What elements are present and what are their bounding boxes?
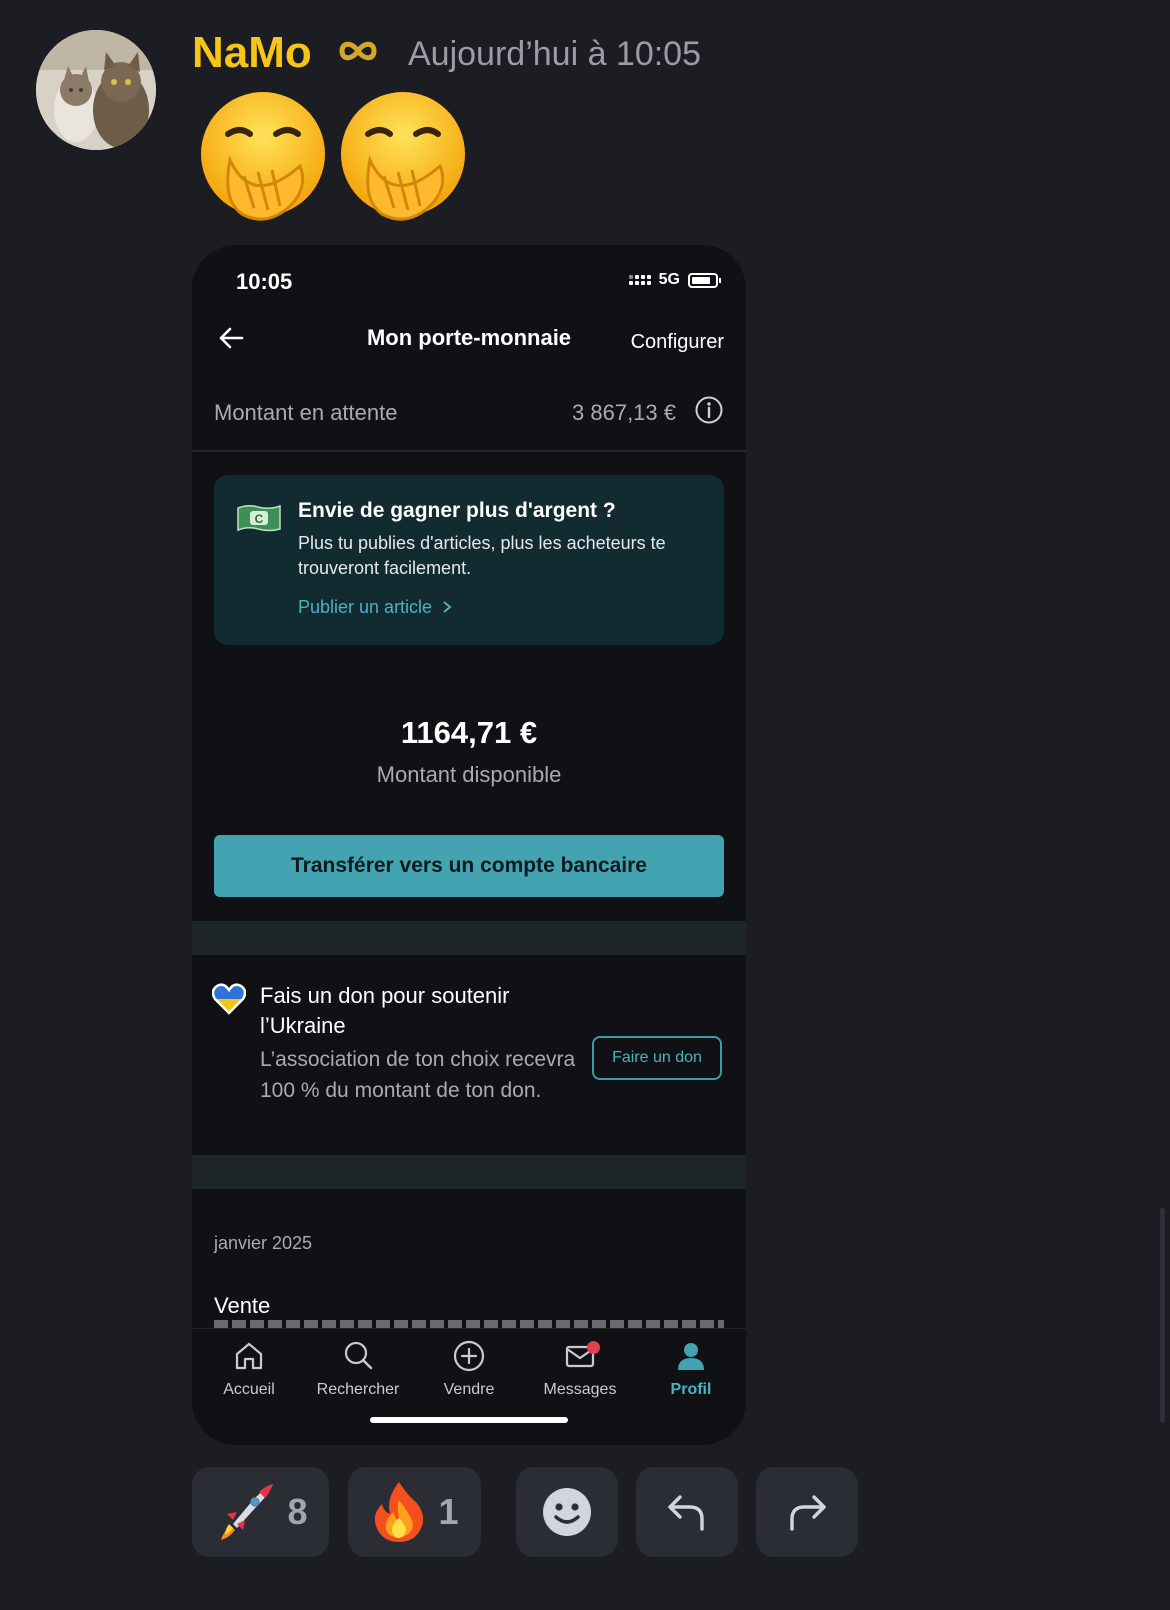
donate-button[interactable]: Faire un don (592, 1036, 722, 1080)
banknote-icon: C (237, 504, 281, 532)
tab-messages[interactable]: Messages (525, 1339, 635, 1399)
home-icon (235, 1342, 263, 1370)
transfer-button[interactable]: Transférer vers un compte bancaire (214, 835, 724, 897)
configure-link[interactable]: Configurer (631, 331, 724, 354)
reaction-rocket[interactable]: 8 (192, 1467, 329, 1557)
signal-icon (628, 275, 651, 285)
tab-vendre[interactable]: Vendre (414, 1339, 524, 1399)
donation-title: Fais un don pour soutenir l’Ukraine (260, 983, 510, 1038)
promo-title: Envie de gagner plus d'argent ? (298, 499, 616, 522)
history-month: janvier 2025 (214, 1233, 313, 1253)
promo-card: C Envie de gagner plus d'argent ? Plus t… (214, 475, 724, 645)
donation-text: L’association de ton choix recevra 100 %… (260, 1048, 576, 1102)
history-item-title[interactable]: Vente (214, 1293, 270, 1319)
reaction-count: 8 (287, 1491, 308, 1532)
face-with-hand-over-mouth-icon (201, 92, 325, 221)
infinity-badge-icon (339, 41, 377, 61)
reply-button[interactable] (636, 1467, 738, 1557)
tab-rechercher[interactable]: Rechercher (303, 1339, 413, 1399)
banknote-letter: C (255, 512, 264, 526)
bottom-tab-bar: Accueil Rechercher Vendre Messages Profi… (192, 1328, 746, 1445)
battery-icon (688, 272, 721, 288)
network-label: 5G (658, 271, 680, 288)
profile-icon (678, 1343, 704, 1370)
pending-amount: 3 867,13 € (572, 400, 676, 425)
add-reaction-button[interactable] (516, 1467, 618, 1557)
plus-circle-icon (453, 1340, 485, 1372)
avatar[interactable] (36, 30, 156, 150)
reaction-count: 1 (438, 1491, 459, 1532)
status-time: 10:05 (236, 269, 293, 294)
promo-text: Plus tu publies d'articles, plus les ach… (298, 533, 666, 578)
publish-article-link[interactable]: Publier un article (298, 597, 453, 618)
tab-label: Messages (543, 1381, 617, 1398)
smiley-icon (543, 1488, 591, 1536)
ukraine-heart-icon (212, 983, 246, 1015)
divider (192, 450, 746, 452)
username[interactable]: NaMo (192, 28, 312, 78)
tab-label: Profil (670, 1381, 712, 1398)
rocket-icon (221, 1484, 274, 1540)
forward-button[interactable] (756, 1467, 858, 1557)
message-timestamp: Aujourd’hui à 10:05 (408, 35, 702, 73)
face-with-hand-over-mouth-icon (341, 92, 465, 221)
scrollbar[interactable] (1160, 1208, 1165, 1423)
status-indicators: 5G (628, 271, 721, 289)
tab-label: Accueil (223, 1381, 275, 1398)
wallet-screenshot[interactable]: 10:05 5G Mon porte-monnaie Configurer Mo… (192, 245, 746, 1445)
pending-label: Montant en attente (214, 400, 398, 425)
tab-label: Rechercher (316, 1381, 400, 1398)
tab-profil[interactable]: Profil (636, 1339, 746, 1399)
section-separator (192, 1155, 746, 1189)
info-icon[interactable] (694, 395, 724, 425)
available-balance-label: Montant disponible (376, 762, 562, 787)
available-balance: 1164,71 € (400, 715, 538, 750)
reaction-fire[interactable]: 1 (348, 1467, 481, 1557)
unread-badge (587, 1341, 600, 1354)
reply-icon (668, 1495, 704, 1531)
section-separator (192, 921, 746, 955)
history-item-subtitle-clipped (214, 1320, 724, 1328)
forward-icon (790, 1495, 826, 1531)
home-indicator (370, 1417, 568, 1423)
chevron-right-icon (443, 601, 452, 613)
publish-article-label: Publier un article (298, 597, 433, 617)
search-icon (344, 1341, 373, 1370)
fire-icon (375, 1482, 424, 1542)
tab-accueil[interactable]: Accueil (194, 1339, 304, 1399)
tab-label: Vendre (443, 1381, 495, 1398)
